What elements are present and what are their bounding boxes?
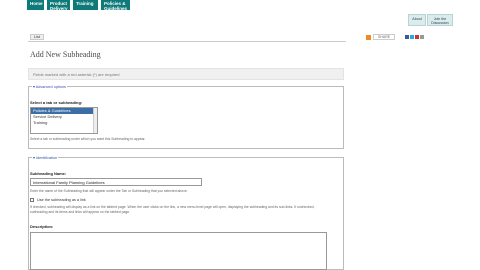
- subheading-name-input[interactable]: International Family Planning Guidelines: [30, 178, 202, 186]
- select-help-text: Select a tab or subheading under which y…: [30, 137, 146, 141]
- top-navigation: Home Product Delivery Training Policies …: [27, 0, 130, 11]
- page-root: Home Product Delivery Training Policies …: [0, 0, 480, 270]
- facebook-icon[interactable]: [405, 35, 410, 39]
- nav-tab-policies[interactable]: Policies & Guidelines: [101, 0, 130, 11]
- description-textarea[interactable]: [30, 232, 327, 270]
- rss-icon[interactable]: [366, 34, 371, 40]
- identification-label[interactable]: Identification: [36, 156, 57, 160]
- tab-subheading-select[interactable]: Policies & Guidelines Service Delivery T…: [30, 107, 98, 134]
- more-icon[interactable]: [420, 35, 425, 39]
- description-label: Description:: [30, 224, 54, 229]
- twitter-icon[interactable]: [410, 35, 415, 39]
- use-as-link-label: Use the subheading as a link: [37, 198, 86, 202]
- advanced-options-label[interactable]: Advanced options: [36, 85, 66, 89]
- list-button[interactable]: List: [30, 34, 44, 40]
- listbox-scrollbar[interactable]: [93, 108, 97, 133]
- page-title: Add New Subheading: [30, 50, 101, 59]
- about-button[interactable]: About: [408, 14, 426, 26]
- collapse-toggle-icon[interactable]: ▾: [33, 85, 35, 89]
- social-icons: [405, 35, 425, 39]
- nav-tab-product-delivery[interactable]: Product Delivery: [47, 0, 70, 11]
- collapse-toggle-icon[interactable]: ▾: [33, 156, 35, 160]
- select-tab-label: Select a tab or subheading:: [30, 100, 83, 105]
- name-help-text: Enter the name of the Subheading that wi…: [30, 189, 188, 193]
- join-discussion-button[interactable]: Join the Discussion: [427, 14, 453, 26]
- link-help-text: If checked, subheading will display as a…: [30, 205, 315, 214]
- option-training[interactable]: Training: [31, 120, 97, 126]
- share-button[interactable]: SHARE: [373, 34, 396, 40]
- nav-tab-training[interactable]: Training: [73, 0, 98, 10]
- divider: [28, 41, 346, 42]
- advanced-options-legend[interactable]: ▾ Advanced options: [32, 84, 67, 89]
- share-bar: SHARE: [366, 34, 425, 40]
- subheading-name-label: Subheading Name:: [30, 171, 67, 176]
- required-notice: Fields marked with a red asterisk (*) ar…: [28, 68, 344, 80]
- identification-legend[interactable]: ▾ Identification: [32, 155, 58, 160]
- nav-tab-home[interactable]: Home: [27, 0, 44, 10]
- googleplus-icon[interactable]: [415, 35, 420, 39]
- use-as-link-checkbox[interactable]: [30, 198, 34, 202]
